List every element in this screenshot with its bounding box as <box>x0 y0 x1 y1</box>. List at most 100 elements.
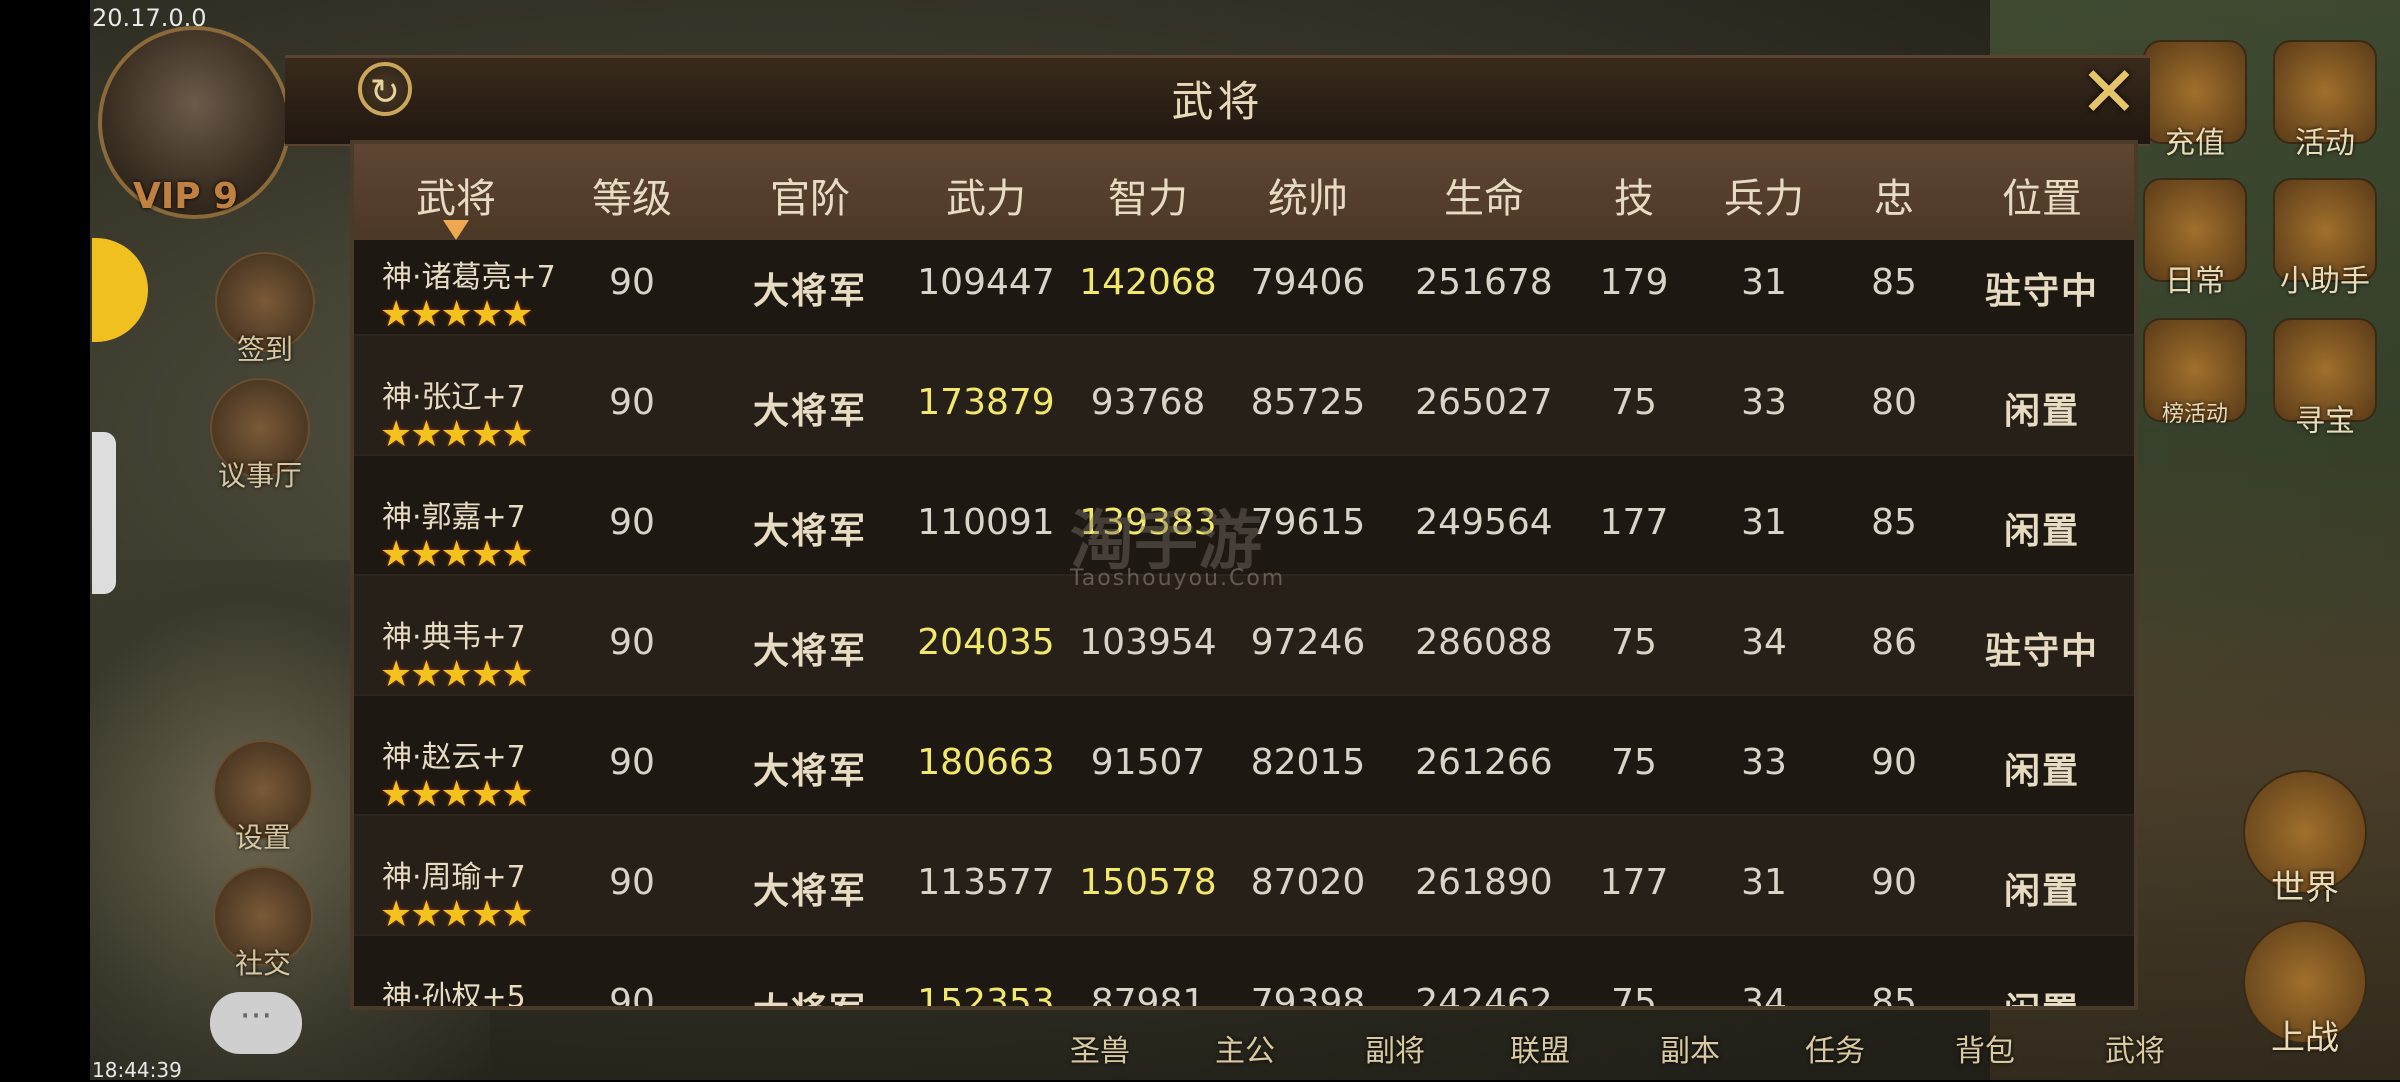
cell-status: 闲置 <box>2004 982 2080 1006</box>
cell-command: 79398 <box>1250 982 1366 1006</box>
column-header-intel[interactable]: 智力 <box>1108 166 1188 224</box>
chat-icon[interactable]: ··· <box>210 992 302 1054</box>
cell-skill: 75 <box>1611 622 1657 663</box>
right-menu-label: 活动 <box>2295 126 2355 161</box>
left-menu-council[interactable]: 议事厅 <box>205 378 315 494</box>
right-menu-world[interactable]: 世界 <box>2240 770 2370 909</box>
cell-rank: 大将军 <box>752 391 868 432</box>
cell-hp: 265027 <box>1415 382 1553 423</box>
left-menu-label: 签到 <box>236 333 293 366</box>
cell-skill: 75 <box>1611 382 1657 423</box>
star-rating-icon: ★★★★★ <box>380 774 533 815</box>
cell-intel: 142068 <box>1079 262 1217 303</box>
cell-status: 驻守中 <box>1984 271 2100 312</box>
cell-troops: 33 <box>1741 382 1787 423</box>
bottom-menu-item[interactable]: 副将 <box>1365 1026 1425 1070</box>
general-name: 神·赵云+7 <box>382 740 526 775</box>
right-menu-events[interactable]: 活动 <box>2260 40 2390 162</box>
cell-skill: 75 <box>1611 982 1657 1006</box>
left-menu-checkin[interactable]: 签到 <box>210 252 320 368</box>
bottom-menu-item[interactable]: 背包 <box>1955 1026 2015 1070</box>
side-scroll-handle[interactable] <box>92 432 116 594</box>
right-menu-label: 榜活动 <box>2161 402 2228 427</box>
bottom-menu-item[interactable]: 副本 <box>1660 1026 1720 1070</box>
close-icon[interactable]: ✕ <box>2074 57 2144 127</box>
cell-force: 110091 <box>917 502 1055 543</box>
cell-troops: 31 <box>1741 262 1787 303</box>
cell-intel: 87981 <box>1090 982 1206 1006</box>
cell-rank: 大将军 <box>752 271 868 312</box>
cell-loyalty: 85 <box>1871 262 1917 303</box>
column-header-troops[interactable]: 兵力 <box>1724 166 1804 224</box>
bottom-menu-item[interactable]: 任务 <box>1805 1026 1865 1070</box>
right-menu-helper[interactable]: 小助手 <box>2260 178 2390 300</box>
left-menu-label: 设置 <box>234 821 291 854</box>
dialog-header: 武将 <box>285 55 2150 146</box>
column-header-skill[interactable]: 技 <box>1614 166 1654 224</box>
cell-loyalty: 90 <box>1871 862 1917 903</box>
cell-level: 90 <box>609 262 655 303</box>
bottom-menu-item[interactable]: 主公 <box>1215 1026 1275 1070</box>
cell-status: 闲置 <box>2003 511 2081 552</box>
cell-hp: 261890 <box>1415 862 1553 903</box>
cell-force: 204035 <box>917 622 1055 663</box>
cell-level: 90 <box>609 862 655 903</box>
left-menu-settings[interactable]: 设置 <box>208 740 318 856</box>
sort-arrow-icon <box>443 220 469 240</box>
left-menu-social[interactable]: 社交 <box>208 866 318 982</box>
general-name: 神·诸葛亮+7 <box>382 260 556 295</box>
cell-hp: 251678 <box>1415 262 1553 303</box>
general-name: 神·张辽+7 <box>382 380 526 415</box>
cell-status: 闲置 <box>2003 871 2081 912</box>
generals-table-body[interactable]: 神·诸葛亮+7 ★★★★★ 90 大将军 109447 142068 79406 251678… <box>354 240 2134 1006</box>
table-row[interactable]: 神·孙权+5★★★★★90大将军152353879817939824246275… <box>354 936 2134 1006</box>
cell-level: 90 <box>609 502 655 543</box>
cell-loyalty: 86 <box>1871 622 1917 663</box>
cell-skill: 177 <box>1599 502 1669 543</box>
cell-rank: 大将军 <box>752 511 868 552</box>
column-header-hp[interactable]: 生命 <box>1444 166 1524 224</box>
refresh-icon[interactable]: ↻ <box>358 62 412 116</box>
cell-hp: 286088 <box>1415 622 1553 663</box>
column-header-loyalty[interactable]: 忠 <box>1874 166 1914 224</box>
general-name: 神·孙权+5 <box>382 980 526 1006</box>
cell-status: 闲置 <box>2003 751 2081 792</box>
table-row[interactable]: 神·张辽+7 ★★★★★ 90 大将军 173879 93768 85725 265027 75… <box>354 336 2134 456</box>
table-row[interactable]: 神·周瑜+7 ★★★★★ 90 大将军 113577 150578 87020 261890 1… <box>354 816 2134 936</box>
cell-hp: 242462 <box>1415 982 1553 1006</box>
general-name: 神·典韦+7 <box>382 620 526 655</box>
cell-troops: 34 <box>1741 622 1787 663</box>
column-header-command[interactable]: 统帅 <box>1268 166 1348 224</box>
left-menu-label: 社交 <box>234 947 291 980</box>
cell-hp: 261266 <box>1415 742 1553 783</box>
cell-force: 173879 <box>917 382 1055 423</box>
column-header-rank[interactable]: 官阶 <box>770 166 850 224</box>
column-header-status[interactable]: 位置 <box>2002 166 2082 224</box>
table-row[interactable]: 神·诸葛亮+7 ★★★★★ 90 大将军 109447 142068 79406 251678… <box>354 240 2134 336</box>
right-menu-ranking-event[interactable]: 榜活动 <box>2130 318 2260 428</box>
cell-force: 113577 <box>917 862 1055 903</box>
star-rating-icon: ★★★★★ <box>380 294 533 335</box>
bottom-menu-item[interactable]: 武将 <box>2105 1026 2165 1070</box>
table-row[interactable]: 神·赵云+7 ★★★★★ 90 大将军 180663 91507 82015 261266 75… <box>354 696 2134 816</box>
cell-level: 90 <box>609 382 655 423</box>
cell-status: 驻守中 <box>1984 631 2100 672</box>
star-rating-icon: ★★★★★ <box>380 894 533 935</box>
column-header-level[interactable]: 等级 <box>592 166 672 224</box>
cell-rank: 大将军 <box>752 631 868 672</box>
general-name: 神·郭嘉+7 <box>382 500 526 535</box>
right-menu-label: 日常 <box>2165 264 2225 299</box>
right-menu-treasure[interactable]: 寻宝 <box>2260 318 2390 440</box>
star-rating-icon: ★★★★★ <box>380 414 533 455</box>
right-menu-daily[interactable]: 日常 <box>2130 178 2260 300</box>
cell-rank: 大将军 <box>752 751 868 792</box>
right-menu-label: 世界 <box>2271 868 2339 908</box>
bottom-menu-item[interactable]: 圣兽 <box>1070 1026 1130 1070</box>
cell-skill: 179 <box>1599 262 1669 303</box>
column-header-general[interactable]: 武将 <box>416 166 496 224</box>
table-row[interactable]: 神·典韦+7 ★★★★★ 90 大将军 204035 103954 97246 286088 7… <box>354 576 2134 696</box>
column-header-force[interactable]: 武力 <box>946 166 1026 224</box>
bottom-menu-item[interactable]: 联盟 <box>1510 1026 1570 1070</box>
cell-intel: 93768 <box>1090 382 1206 423</box>
cell-hp: 249564 <box>1415 502 1553 543</box>
